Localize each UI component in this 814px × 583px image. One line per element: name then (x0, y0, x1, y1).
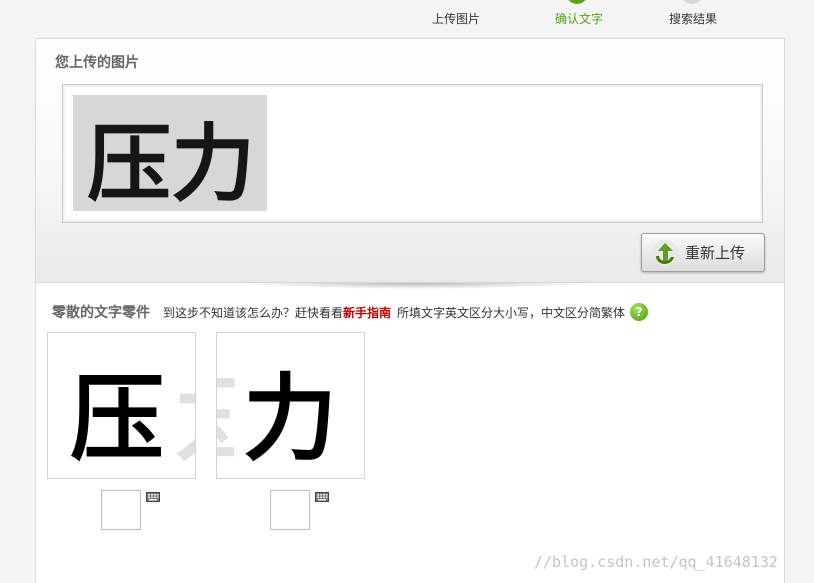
section-divider (236, 283, 596, 289)
help-icon[interactable]: ? (630, 303, 649, 321)
beginner-guide-link[interactable]: 新手指南 (343, 304, 391, 321)
page: 上传图片 确认文字 搜索结果 您上传的图片 压力 重新上传 零散的文字零件 到这… (0, 0, 814, 583)
uploaded-image-title: 您上传的图片 (55, 55, 139, 71)
text-piece-ghost: 压 (217, 368, 237, 473)
character-input[interactable] (101, 490, 141, 530)
text-pieces-title: 零散的文字零件 (52, 305, 150, 321)
text-pieces-header: 零散的文字零件 到这步不知道该怎么办？赶快看看 新手指南 所填文字英文区分大小写… (52, 301, 649, 323)
step-search-results: 搜索结果 (669, 12, 718, 26)
uploaded-image-frame: 压力 (62, 84, 763, 223)
help-hint-text: 到这步不知道该怎么办？赶快看看 (163, 305, 344, 320)
text-piece-image: 压 力 (217, 333, 364, 478)
main-panel: 您上传的图片 压力 重新上传 零散的文字零件 到这步不知道该怎么办？赶快看看 新… (35, 38, 785, 583)
text-piece-glyph: 压 (70, 365, 164, 474)
keyboard-icon[interactable] (315, 492, 329, 502)
reupload-button[interactable]: 重新上传 (641, 233, 765, 272)
reupload-label: 重新上传 (685, 244, 746, 262)
step-upload-image: 上传图片 (432, 12, 481, 26)
character-input[interactable] (270, 490, 310, 530)
uploaded-image-section: 您上传的图片 压力 重新上传 (36, 39, 784, 283)
step-indicator: 上传图片 确认文字 搜索结果 (0, 0, 814, 38)
text-piece-glyph: 力 (243, 365, 337, 474)
text-piece-ghost: 力 (174, 368, 195, 473)
uploaded-image: 压力 (73, 95, 267, 211)
keyboard-icon[interactable] (146, 492, 160, 502)
uploaded-image-graphic: 压力 (73, 95, 267, 211)
step-active-marker (566, 0, 588, 4)
case-sensitivity-note: 所填文字英文区分大小写，中文区分简繁体 (397, 305, 626, 320)
text-piece-tile: 压 力 (216, 332, 365, 479)
step-pending-marker (681, 0, 703, 4)
refresh-icon (652, 239, 678, 266)
step-confirm-text: 确认文字 (555, 12, 604, 26)
text-piece-image: 力 压 (48, 333, 195, 478)
uploaded-image-text: 压力 (87, 115, 255, 211)
text-piece-tile: 力 压 (47, 332, 196, 479)
watermark: //blog.csdn.net/qq_41648132 (534, 553, 778, 571)
